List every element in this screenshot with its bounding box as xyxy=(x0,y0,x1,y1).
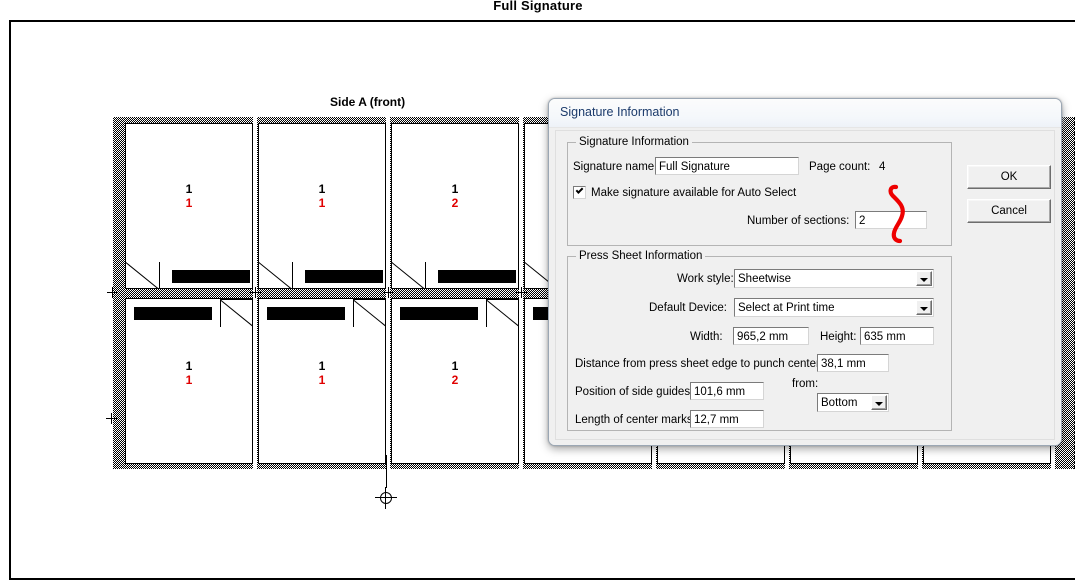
imposed-page[interactable]: 1 2 xyxy=(391,298,519,464)
imposed-page[interactable]: 1 1 xyxy=(258,298,386,464)
fold-corner-icon xyxy=(126,262,160,288)
punch-center-label: Distance from press sheet edge to punch … xyxy=(575,358,824,370)
fold-corner-icon xyxy=(259,262,293,288)
work-style-label: Work style: xyxy=(677,273,734,285)
signature-group-title: Signature Information xyxy=(576,136,692,148)
page-number-red: 2 xyxy=(451,196,459,210)
signature-name-label: Signature name: xyxy=(573,161,658,173)
work-style-value: Sheetwise xyxy=(738,273,792,285)
registration-tick xyxy=(107,287,118,298)
page-number-pair: 1 2 xyxy=(392,182,518,210)
page-number-pair: 1 1 xyxy=(126,359,252,387)
page-number-pair: 1 2 xyxy=(392,359,518,387)
registration-tick xyxy=(516,287,527,298)
page-title: Full Signature xyxy=(493,0,583,13)
default-device-select[interactable]: Select at Print time xyxy=(734,298,934,317)
signature-name-input[interactable]: Full Signature xyxy=(655,157,799,175)
page-number-red: 1 xyxy=(318,373,326,387)
side-guides-input[interactable]: 101,6 mm xyxy=(690,382,764,400)
page-number-red: 2 xyxy=(451,373,459,387)
page-number-black: 1 xyxy=(451,359,459,373)
press-group-title: Press Sheet Information xyxy=(576,250,706,262)
center-marks-input[interactable]: 12,7 mm xyxy=(690,410,764,428)
height-label: Height: xyxy=(820,331,857,343)
signature-information-dialog[interactable]: Signature Information Signature Informat… xyxy=(548,98,1062,446)
page-number-black: 1 xyxy=(185,182,193,196)
page-number-black: 1 xyxy=(318,359,326,373)
collation-bar xyxy=(438,270,516,283)
registration-tick-left xyxy=(106,413,117,424)
number-of-sections-label: Number of sections: xyxy=(747,215,850,227)
collation-bar xyxy=(172,270,250,283)
sheet-side-label: Side A (front) xyxy=(330,95,406,109)
width-input[interactable]: 965,2 mm xyxy=(733,327,809,345)
width-label: Width: xyxy=(690,331,723,343)
center-marks-label: Length of center marks: xyxy=(575,414,696,426)
page-number-black: 1 xyxy=(451,182,459,196)
imposed-page[interactable]: 1 1 xyxy=(125,123,253,289)
checkmark-icon xyxy=(575,186,584,194)
from-value: Bottom xyxy=(821,397,858,409)
chevron-down-icon[interactable] xyxy=(916,271,932,286)
page-number-red: 1 xyxy=(185,196,193,210)
fold-corner-icon xyxy=(392,262,426,288)
app-root: Full Signature Side A (front) 1 1 1 1 1 … xyxy=(0,0,1076,584)
collation-bar xyxy=(134,307,212,320)
side-guides-label: Position of side guides: xyxy=(575,386,694,398)
page-number-pair: 1 1 xyxy=(126,182,252,210)
page-number-pair: 1 1 xyxy=(259,359,385,387)
registration-tick xyxy=(250,287,261,298)
collation-bar xyxy=(267,307,345,320)
default-device-label: Default Device: xyxy=(649,302,727,314)
document-page-frame-bottom xyxy=(9,578,1075,580)
ok-button[interactable]: OK xyxy=(967,165,1051,189)
default-device-value: Select at Print time xyxy=(738,302,835,314)
chevron-down-icon[interactable] xyxy=(871,395,887,410)
height-input[interactable]: 635 mm xyxy=(860,327,934,345)
page-number-black: 1 xyxy=(318,182,326,196)
dialog-title: Signature Information xyxy=(560,105,680,119)
page-number-pair: 1 1 xyxy=(259,182,385,210)
imposed-page[interactable]: 1 1 xyxy=(125,298,253,464)
page-number-red: 1 xyxy=(318,196,326,210)
center-fold-line xyxy=(386,455,387,488)
page-count-value: 4 xyxy=(879,161,886,173)
imposed-page[interactable]: 1 2 xyxy=(391,123,519,289)
page-count-label: Page count: xyxy=(809,161,871,173)
collation-bar xyxy=(400,307,478,320)
auto-select-checkbox[interactable] xyxy=(573,186,586,199)
dialog-body: Signature Information Signature name: Fu… xyxy=(549,128,1061,445)
collation-bar xyxy=(305,270,383,283)
punch-center-input[interactable]: 38,1 mm xyxy=(817,354,889,372)
from-select[interactable]: Bottom xyxy=(817,393,889,412)
from-label: from: xyxy=(792,378,819,390)
dialog-titlebar[interactable]: Signature Information xyxy=(549,99,1061,128)
registration-tick xyxy=(383,287,394,298)
page-number-red: 1 xyxy=(185,373,193,387)
fold-corner-icon xyxy=(220,299,252,327)
fold-corner-icon xyxy=(353,299,385,327)
page-number-black: 1 xyxy=(185,359,193,373)
work-style-select[interactable]: Sheetwise xyxy=(734,269,934,288)
number-of-sections-input[interactable]: 2 xyxy=(855,211,927,229)
fold-corner-icon xyxy=(486,299,518,327)
imposed-page[interactable]: 1 1 xyxy=(258,123,386,289)
cancel-button[interactable]: Cancel xyxy=(967,199,1051,223)
registration-target-icon xyxy=(375,487,397,509)
auto-select-label[interactable]: Make signature available for Auto Select xyxy=(591,187,796,199)
chevron-down-icon[interactable] xyxy=(916,300,932,315)
